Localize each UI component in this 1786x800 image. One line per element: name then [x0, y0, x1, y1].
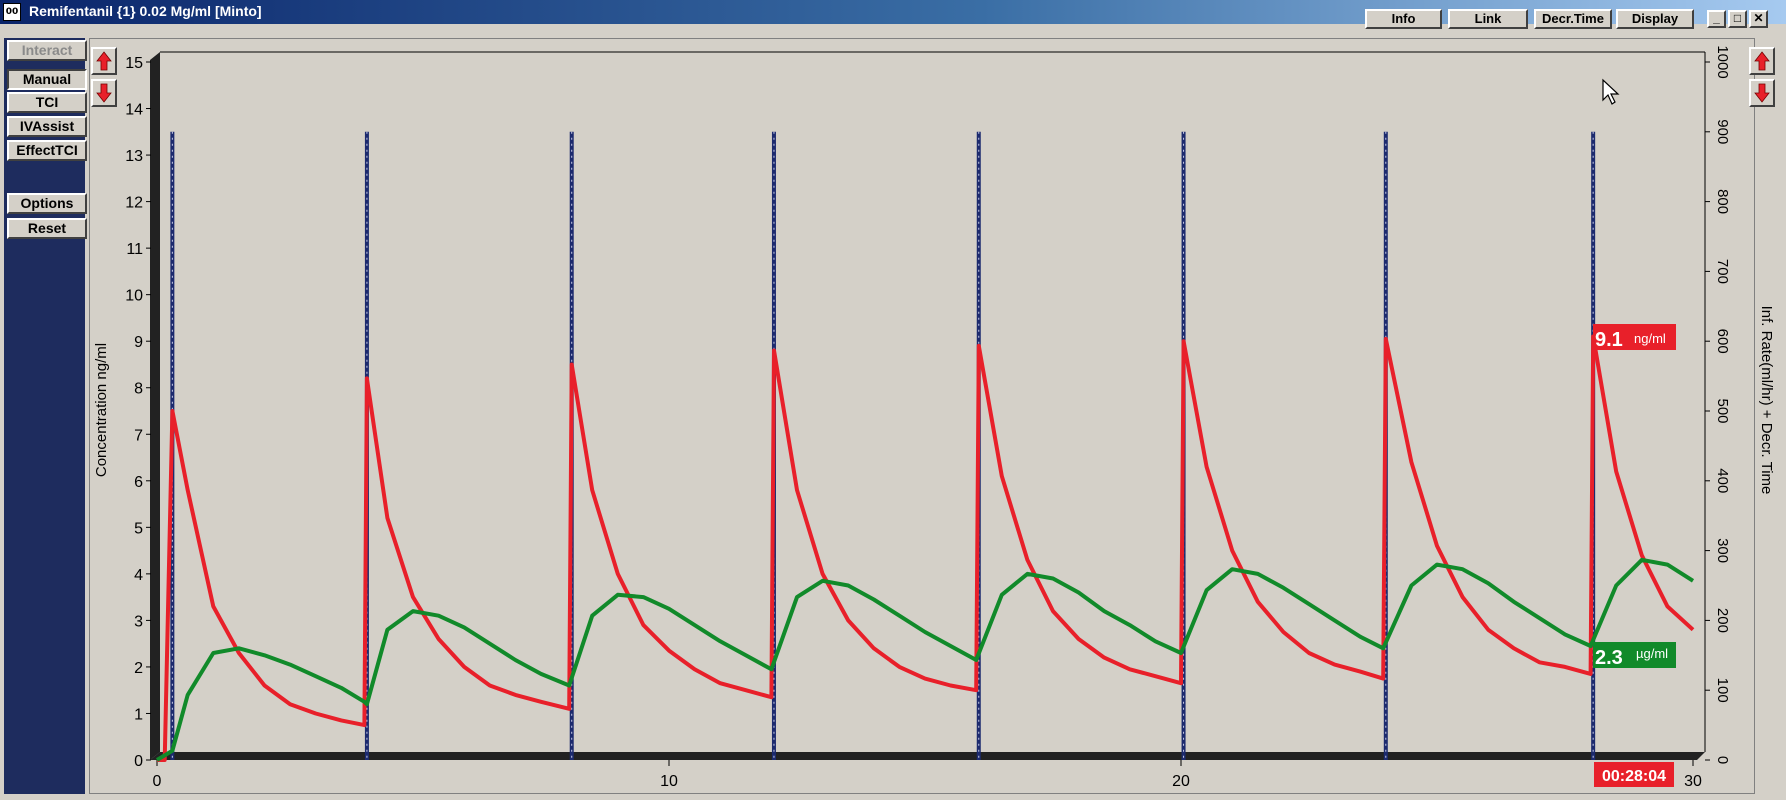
- effect-readout: 2.3 µg/ml: [1593, 642, 1676, 669]
- y2-tick-label: 800: [1714, 189, 1731, 214]
- plasma-readout-value: 9.1: [1595, 329, 1623, 351]
- y-tick-label: 10: [125, 288, 143, 305]
- effect-readout-value: 2.3: [1595, 647, 1623, 669]
- series-layer: [155, 334, 1695, 762]
- plasma-readout: 9.1 ng/ml: [1593, 324, 1676, 351]
- y2-tick-label: 1000: [1714, 45, 1731, 78]
- y-tick-label: 6: [134, 474, 143, 491]
- elapsed-time-value: 00:28:04: [1602, 768, 1666, 785]
- y2-tick-label: 200: [1714, 608, 1731, 633]
- x-tick-label: 10: [660, 773, 678, 790]
- plasma-concentration-line: [157, 334, 1695, 762]
- y2-tick-label: 700: [1714, 259, 1731, 284]
- mouse-cursor-icon: [1602, 78, 1620, 105]
- y2-tick-label: 300: [1714, 538, 1731, 563]
- y-tick-label: 4: [134, 567, 143, 584]
- plasma-readout-unit: ng/ml: [1634, 331, 1666, 346]
- effect-readout-unit: µg/ml: [1636, 646, 1668, 661]
- y-tick-label: 2: [134, 660, 143, 677]
- y2-tick-label: 0: [1714, 756, 1731, 764]
- y-axis-label: Concentration ng/ml: [93, 343, 110, 477]
- y2-tick-label: 600: [1714, 329, 1731, 354]
- x-tick-label: 30: [1684, 773, 1702, 790]
- y-tick-label: 7: [134, 427, 143, 444]
- axes-layer: [150, 51, 1706, 760]
- y-tick-label: 1: [134, 706, 143, 723]
- y-tick-label: 12: [125, 195, 143, 212]
- y-tick-label: 14: [125, 102, 143, 119]
- y-tick-label: 11: [126, 241, 143, 258]
- y2-tick-label: 900: [1714, 119, 1731, 144]
- y-tick-label: 13: [125, 148, 143, 165]
- y-tick-label: 8: [134, 381, 143, 398]
- effect-concentration-line: [155, 557, 1695, 762]
- elapsed-time-readout: 00:28:04: [1594, 762, 1674, 787]
- y-tick-label: 0: [134, 753, 143, 770]
- y-tick-label: 3: [134, 613, 143, 630]
- bolus-layer: [170, 131, 1596, 760]
- y-tick-label: 9: [134, 334, 143, 351]
- y-tick-label: 5: [134, 520, 143, 537]
- y-axis-wall: [150, 52, 160, 760]
- y2-axis-label: Inf. Rate(ml/hr) + Decr. Time: [1758, 306, 1775, 495]
- y2-tick-label: 500: [1714, 398, 1731, 423]
- y2-tick-label: 400: [1714, 468, 1731, 493]
- x-tick-label: 20: [1172, 773, 1190, 790]
- x-tick-label: 0: [153, 773, 162, 790]
- concentration-chart: 0123456789101112131415010020030040050060…: [93, 45, 1775, 790]
- x-axis-wall: [150, 752, 1705, 760]
- y-tick-label: 15: [125, 55, 143, 72]
- y2-tick-label: 100: [1714, 678, 1731, 703]
